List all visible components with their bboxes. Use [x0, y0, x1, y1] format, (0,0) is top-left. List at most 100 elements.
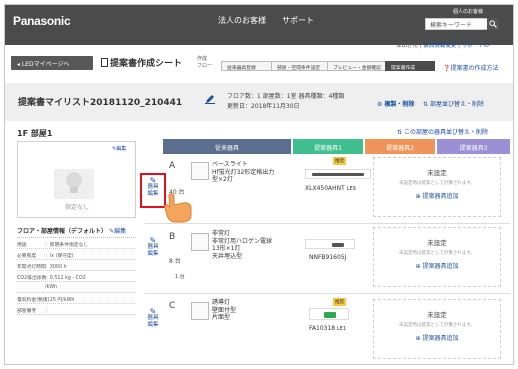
- fixture-edit-button-c[interactable]: ✎ 器具 編集: [143, 308, 163, 329]
- nav-support[interactable]: サポート: [282, 15, 314, 26]
- unset-note: 未設定時は提案として計算されます。: [399, 323, 475, 328]
- info-row: /kWh: [17, 282, 136, 293]
- info-value: /kWh: [45, 285, 58, 290]
- add-proposal-button[interactable]: ⊕ 提案器具追加: [374, 261, 500, 270]
- fixture-desc-line: 非常灯用ハロゲン電球: [212, 237, 273, 245]
- product-model-b[interactable]: NNFB91605J: [309, 254, 346, 261]
- flow-step-1[interactable]: 従来器具登録: [221, 61, 273, 71]
- info-row: 電気料金(税抜) ：25 円/kWh: [17, 293, 136, 304]
- edit-text: 編集: [114, 228, 127, 235]
- unset-label: 未設定: [427, 311, 447, 319]
- info-value: ：25 円/kWh: [45, 298, 75, 303]
- room-reorder-text: 部屋並び替え・削除: [429, 101, 484, 108]
- info-row: 用途 ：照明条件指定なし: [17, 238, 136, 249]
- fixture-letter-c: C: [169, 301, 176, 311]
- add-proposal-button[interactable]: ⊕ 提案器具追加: [374, 191, 500, 200]
- product-model-a[interactable]: XLX450AHNT LE9: [305, 185, 356, 192]
- pencil-icon[interactable]: [205, 94, 215, 104]
- fixture-reorder-link[interactable]: ⇅ この部屋の器具並び替え・削除: [397, 127, 488, 136]
- flow-step-3[interactable]: プレビュー・金額確認: [327, 61, 387, 71]
- flow-help-link[interactable]: ❓提案書の作成方法: [443, 63, 499, 72]
- search-input[interactable]: 検索キーワード: [430, 20, 472, 29]
- col-existing-fixture: 従来器具: [163, 139, 291, 154]
- flow-label: 作成 フロー: [197, 56, 212, 70]
- add-proposal-button[interactable]: ⊕ 提案器具追加: [374, 333, 500, 342]
- proposal-slot-b: 未設定 未設定時は提案として計算されます。 ⊕ 提案器具追加: [373, 227, 501, 287]
- fixture-sub-qty-b: 1 台: [175, 274, 185, 280]
- unset-note: 未設定時は提案として計算されます。: [399, 181, 475, 186]
- led-mypage-button[interactable]: ◂ LEDマイページへ: [11, 56, 93, 70]
- info-key: 部屋備考: [17, 309, 37, 314]
- flow-step-4[interactable]: 提案書作成: [385, 61, 435, 71]
- list-summary: フロア数：1 部屋数：1室 器具種類：4種類 更新日：2018年11月30日: [227, 92, 344, 112]
- page-title-text: 提案書作成シート: [110, 59, 183, 69]
- page-title: 提案書作成シート: [101, 56, 182, 69]
- info-key: 必要照度: [17, 254, 37, 259]
- room-reorder-link[interactable]: ⇅ 部屋並び替え・削除: [423, 99, 484, 108]
- model-suffix: LE9: [346, 186, 356, 192]
- fixture-edit-button-b[interactable]: ✎ 器具 編集: [143, 237, 163, 258]
- plus-circle-icon: ⊕: [415, 263, 421, 270]
- flow-label-text: 作成 フロー: [197, 56, 213, 69]
- info-value: ：3000 h: [45, 265, 67, 270]
- no-image-text: 指定なし: [65, 204, 90, 211]
- fixture-thumbnail-b: [191, 233, 209, 251]
- fixture-edit-label: 器具: [147, 244, 159, 250]
- row-divider: [145, 223, 510, 224]
- flow-step-2[interactable]: 部屋・空間条件設定: [271, 61, 329, 71]
- search-button[interactable]: [487, 18, 499, 30]
- app-frame: Panasonic 法人のお客様 サポート 個人のお客様 検索キーワード 津田さ…: [4, 4, 514, 365]
- profile-change-link[interactable]: 会員情報変更: [423, 43, 456, 49]
- fixture-edit-label: 編集: [147, 322, 159, 328]
- info-row: 必要照度 ：lx (保守度): [17, 249, 136, 260]
- pencil-icon: ✎: [149, 307, 157, 316]
- info-row: 年間点灯時間 ：3000 h: [17, 260, 136, 271]
- search-box[interactable]: 検索キーワード: [425, 18, 499, 30]
- panasonic-logo[interactable]: Panasonic: [13, 14, 71, 28]
- info-key: 用途: [17, 243, 27, 248]
- nav-business-customers[interactable]: 法人のお客様: [218, 15, 266, 26]
- recommended-badge: 推奨: [333, 298, 346, 306]
- product-model-c[interactable]: FA10318 LE1: [309, 325, 346, 332]
- copy-delete-text: 複製・削除: [384, 101, 415, 108]
- room-info-header: フロア・部屋情報（デフォルト） ✎編集: [17, 226, 126, 235]
- recommended-badge: 推奨: [333, 157, 346, 165]
- add-proposal-text: 提案器具追加: [422, 193, 459, 200]
- info-key: 年間点灯時間: [17, 265, 46, 270]
- user-name: 津田さん: [396, 43, 419, 49]
- product-image-b: [305, 239, 355, 249]
- mypage-label: LEDマイページへ: [21, 61, 70, 68]
- search-icon: [489, 20, 497, 28]
- info-row: 部屋備考 ：: [17, 304, 136, 315]
- room-image-edit-link[interactable]: ✎編集: [112, 145, 126, 152]
- room-info-edit-link[interactable]: ✎編集: [109, 228, 126, 235]
- add-proposal-text: 提案器具追加: [422, 263, 459, 270]
- fixture-desc-line: 片面型: [212, 314, 231, 321]
- room-info-table: 用途 ：照明条件指定なし 必要照度 ：lx (保守度) 年間点灯時間 ：3000 h …: [17, 237, 136, 315]
- product-image-a: [305, 169, 371, 179]
- info-value: ：lx (保守度): [45, 254, 74, 259]
- support-link[interactable]: サポートの: [462, 43, 490, 49]
- add-proposal-text: 提案器具追加: [422, 335, 459, 342]
- unset-note: 未設定時は提案として計算されます。: [399, 251, 475, 256]
- fixture-letter-a: A: [169, 161, 176, 171]
- info-key: CO2排出係数: [17, 276, 47, 281]
- fixture-desc-line: 13形×1灯: [212, 245, 241, 252]
- fixture-desc-line: 壁面付型: [212, 306, 237, 314]
- lightbulb-placeholder-icon: [54, 169, 94, 199]
- fixture-desc-line: 非常灯: [212, 230, 231, 237]
- model-number: FA10318: [309, 325, 336, 332]
- document-icon: [101, 58, 108, 67]
- info-value: ：照明条件指定なし: [45, 243, 89, 248]
- sort-icon: ⇅: [397, 129, 403, 136]
- personal-customers-link[interactable]: 個人のお客様: [453, 8, 483, 15]
- copy-delete-link[interactable]: ⚙ 複製・削除: [377, 99, 414, 108]
- model-number: XLX450AHNT: [305, 185, 345, 192]
- unset-label: 未設定: [427, 239, 447, 247]
- model-suffix: LE1: [337, 326, 347, 332]
- plus-circle-icon: ⊕: [415, 193, 421, 200]
- pointer-hand-icon: [164, 193, 192, 223]
- fixture-edit-label: 器具: [147, 315, 159, 321]
- fixture-desc-line: Hf蛍光灯32形定格出力: [212, 168, 275, 176]
- info-value: ：: [45, 309, 50, 314]
